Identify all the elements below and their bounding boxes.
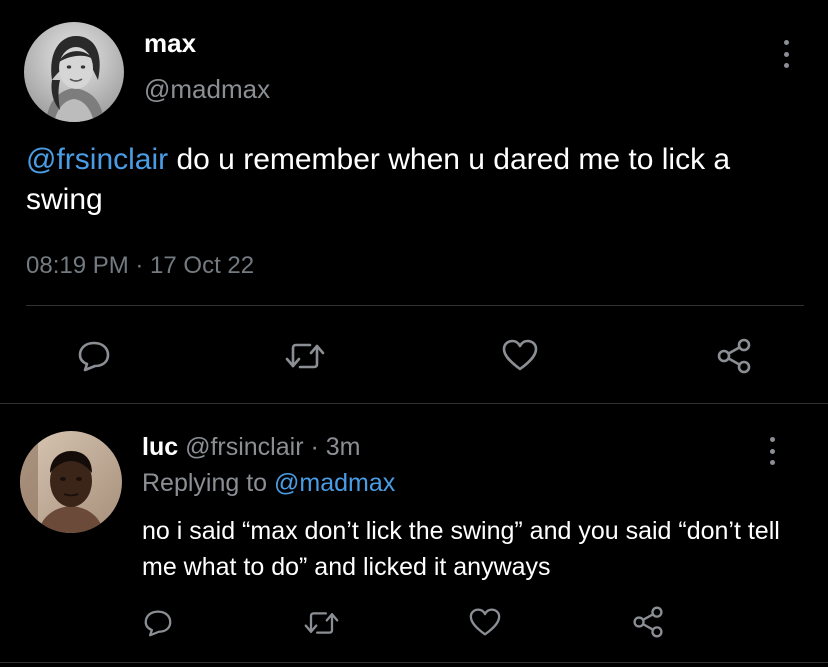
user-handle[interactable]: @madmax [144, 74, 270, 105]
share-nodes-icon [633, 606, 663, 638]
mention-link[interactable]: @madmax [274, 469, 395, 497]
user-handle[interactable]: @frsinclair [185, 433, 303, 461]
reply-button[interactable] [141, 606, 175, 640]
tweet-text: @frsinclair do u remember when u dared m… [26, 140, 796, 220]
share-nodes-icon [717, 338, 751, 374]
reply-text: no i said “max don’t lick the swing” and… [142, 517, 780, 581]
display-name[interactable]: max [144, 28, 196, 59]
time-separator: · [303, 433, 326, 461]
speech-bubble-icon [78, 341, 110, 372]
retweet-button[interactable] [283, 338, 327, 374]
profile-photo [20, 431, 122, 533]
retweet-icon [304, 612, 338, 634]
tweet-timestamp[interactable]: 08:19 PM · 17 Oct 22 [26, 252, 254, 280]
like-button[interactable] [467, 605, 503, 639]
like-button[interactable] [500, 336, 540, 374]
heart-icon [502, 339, 538, 371]
reply-header: luc @frsinclair · 3m [142, 433, 360, 462]
replying-to-label: Replying to [142, 469, 275, 497]
speech-bubble-icon [144, 610, 172, 637]
main-tweet: max @madmax @frsinclair do u remember wh… [0, 0, 828, 404]
share-button[interactable] [630, 604, 666, 640]
relative-time[interactable]: 3m [326, 433, 361, 461]
vertical-ellipsis-icon[interactable] [767, 437, 777, 465]
display-name[interactable]: luc [142, 433, 178, 461]
divider [26, 305, 804, 306]
replying-to: Replying to @madmax [142, 469, 395, 498]
reply-button[interactable] [75, 338, 113, 374]
heart-icon [469, 608, 501, 636]
retweet-icon [285, 343, 325, 369]
profile-photo [24, 22, 124, 122]
divider [0, 662, 828, 663]
avatar[interactable] [20, 431, 122, 533]
retweet-button[interactable] [301, 606, 341, 640]
share-button[interactable] [714, 336, 754, 376]
divider [0, 403, 828, 404]
mention-link[interactable]: @frsinclair [26, 143, 168, 176]
avatar[interactable] [24, 22, 124, 122]
vertical-ellipsis-icon[interactable] [781, 40, 791, 68]
